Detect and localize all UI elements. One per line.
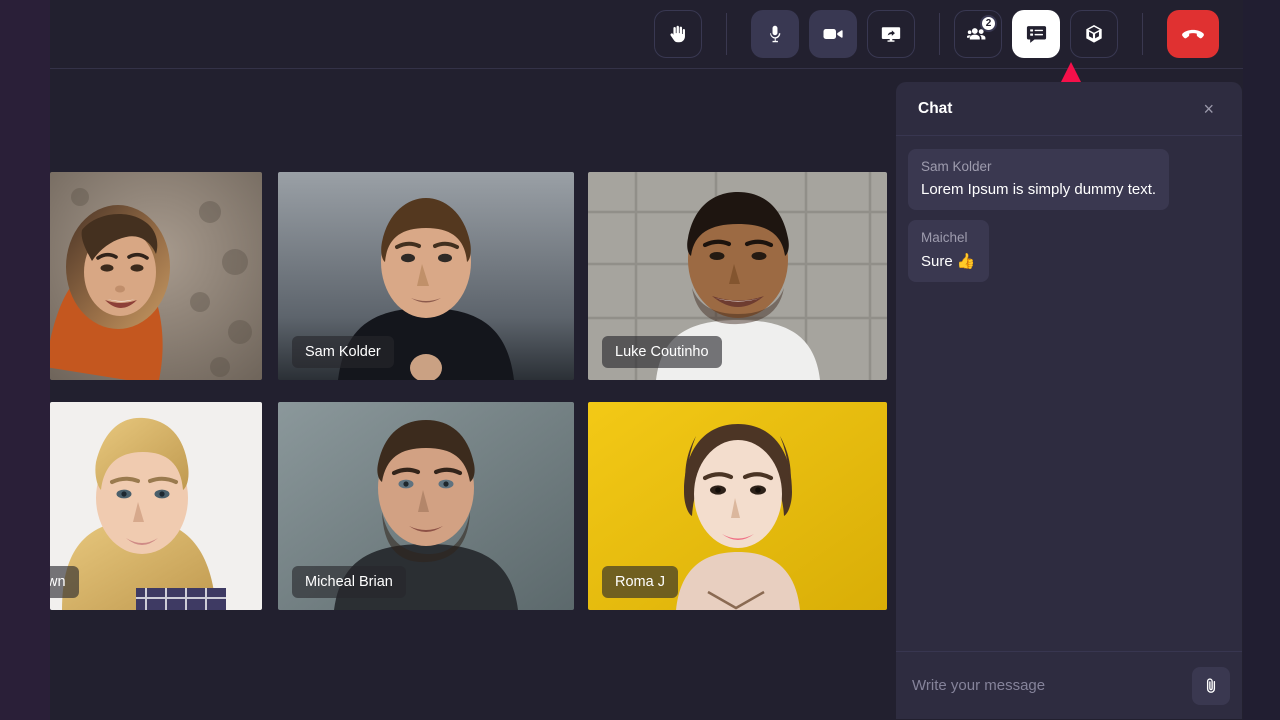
- chat-composer: [896, 651, 1242, 719]
- attach-file-button[interactable]: [1192, 666, 1230, 705]
- participants-button[interactable]: 2: [954, 10, 1002, 58]
- participant-name-label: Micheal Brian: [292, 565, 406, 598]
- toolbar-divider-1: [726, 13, 727, 55]
- toolbar-divider-2: [939, 13, 940, 55]
- video-tile-micheal[interactable]: Micheal Brian: [278, 402, 574, 610]
- screen-share-icon: [881, 27, 901, 42]
- chat-message-sender: Maichel: [921, 230, 968, 245]
- video-camera-icon: [823, 29, 843, 39]
- chat-panel-title: Chat: [918, 99, 953, 117]
- participant-name-label: Roma J: [602, 565, 678, 598]
- close-icon[interactable]: ×: [1197, 96, 1220, 122]
- video-tile-sam[interactable]: Sam Kolder: [278, 172, 574, 380]
- video-tile-roma[interactable]: Roma J: [588, 402, 887, 610]
- participant-video-feed: [50, 172, 262, 380]
- right-frame-strip: [1243, 0, 1280, 720]
- chat-message-text: Lorem Ipsum is simply dummy text.: [921, 181, 1157, 198]
- toolbar-group-media: [654, 10, 954, 58]
- chat-panel: Chat × Sam Kolder Lorem Ipsum is simply …: [896, 82, 1242, 719]
- chat-message: Maichel Sure 👍: [908, 220, 989, 282]
- video-tile-brown[interactable]: wn: [50, 402, 262, 610]
- participants-count-badge: 2: [980, 15, 997, 32]
- apps-button[interactable]: [1070, 10, 1118, 58]
- hangup-phone-icon: [1182, 29, 1204, 39]
- participant-name-label: Sam Kolder: [292, 335, 394, 368]
- participant-video-feed: [50, 402, 262, 610]
- toolbar-group-panels: 2: [954, 10, 1219, 58]
- toolbar-divider-3: [1142, 13, 1143, 55]
- chat-message-sender: Sam Kolder: [921, 159, 992, 174]
- message-input[interactable]: [912, 677, 1182, 694]
- camera-button[interactable]: [809, 10, 857, 58]
- chat-message: Sam Kolder Lorem Ipsum is simply dummy t…: [908, 149, 1170, 210]
- end-call-button[interactable]: [1167, 10, 1219, 58]
- video-tile-jessica[interactable]: [50, 172, 262, 380]
- paperclip-icon: [1206, 677, 1216, 693]
- chat-panel-header: Chat ×: [896, 82, 1242, 136]
- chat-message-text: Sure 👍: [921, 253, 976, 270]
- participant-name-label: wn: [50, 565, 79, 598]
- call-toolbar: 2: [50, 0, 1243, 69]
- participant-video-grid: Sam Kolder Luke Coutinho wn Micheal Bria…: [50, 172, 887, 610]
- participant-name-label: Luke Coutinho: [602, 335, 722, 368]
- left-frame-strip: [0, 0, 50, 720]
- microphone-button[interactable]: [751, 10, 799, 58]
- raise-hand-button[interactable]: [654, 10, 702, 58]
- screen-share-button[interactable]: [867, 10, 915, 58]
- chat-message-list: Sam Kolder Lorem Ipsum is simply dummy t…: [896, 136, 1242, 651]
- video-tile-luke[interactable]: Luke Coutinho: [588, 172, 887, 380]
- microphone-icon: [769, 25, 781, 43]
- chat-list-icon: [1026, 25, 1046, 43]
- cube-icon: [1086, 25, 1102, 43]
- hand-icon: [670, 25, 685, 43]
- video-call-app: 2 Sam Kolder Luke Coutinho wn Micheal Br…: [0, 0, 1280, 720]
- chat-button[interactable]: [1012, 10, 1060, 58]
